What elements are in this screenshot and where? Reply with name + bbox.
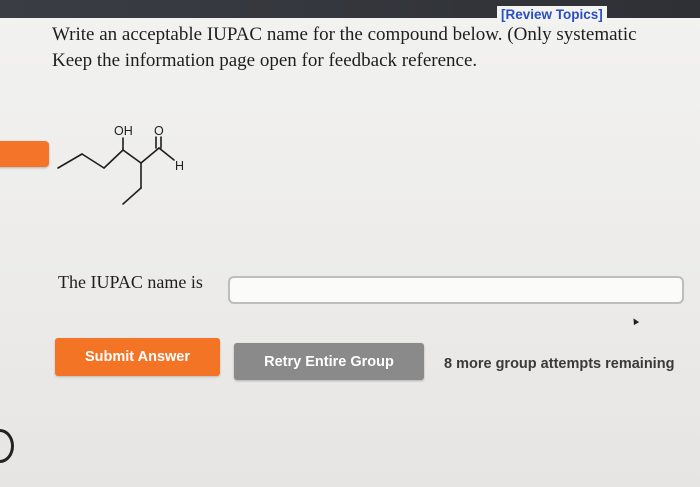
h-label: H — [175, 159, 184, 173]
review-topics-link[interactable]: [Review Topics] — [497, 6, 607, 23]
molecule-structure: OH O H — [57, 124, 184, 205]
cursor-icon — [630, 316, 640, 326]
bond — [122, 149, 142, 164]
bond — [140, 147, 160, 164]
oh-label: OH — [114, 124, 133, 138]
side-tab[interactable] — [0, 141, 49, 167]
bond — [103, 149, 124, 169]
question-line-1: Write an acceptable IUPAC name for the c… — [52, 24, 637, 45]
bond-aldehyde-h — [158, 147, 175, 161]
bond — [122, 187, 142, 205]
attempts-remaining-text: 8 more group attempts remaining — [444, 356, 675, 372]
circle-icon[interactable] — [0, 429, 14, 463]
iupac-name-input[interactable] — [228, 276, 684, 304]
bond — [57, 153, 83, 169]
answer-label: The IUPAC name is — [58, 272, 203, 292]
bond — [81, 153, 105, 169]
submit-answer-button[interactable]: Submit Answer — [55, 338, 220, 376]
o-label: O — [154, 124, 164, 138]
retry-entire-group-button[interactable]: Retry Entire Group — [234, 343, 424, 380]
question-text: Write an acceptable IUPAC name for the c… — [52, 22, 700, 74]
question-line-2: Keep the information page open for feedb… — [52, 50, 478, 71]
